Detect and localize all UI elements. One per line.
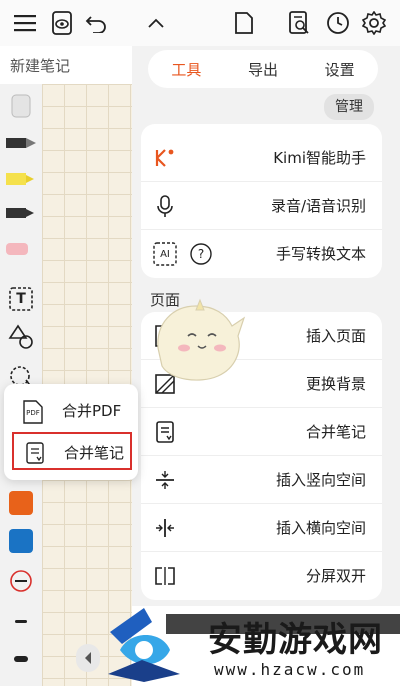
insert-vertical-space-row[interactable]: 插入竖向空间 [141, 456, 382, 504]
gear-icon[interactable] [360, 9, 388, 37]
insert-vertical-space-label: 插入竖向空间 [275, 471, 366, 489]
color-blue-swatch[interactable] [4, 524, 38, 558]
merge-notes-icon [153, 420, 177, 444]
clock-icon[interactable] [324, 9, 352, 37]
insert-horizontal-space-label: 插入横向空间 [275, 519, 366, 537]
eye-icon[interactable] [49, 9, 77, 37]
watermark-url: www.hzacw.com [214, 660, 366, 679]
merge-notes-popup-label: 合并笔记 [64, 444, 125, 462]
tab-settings[interactable]: 设置 [325, 59, 355, 80]
stroke-thin-icon[interactable] [4, 604, 38, 638]
stroke-decrease-icon[interactable] [4, 564, 38, 598]
stroke-thick-icon[interactable] [4, 642, 38, 676]
shapes-icon[interactable] [4, 320, 38, 354]
eraser-tool-icon[interactable] [4, 88, 38, 122]
text-tool-label: T [16, 291, 26, 307]
marker-pen-icon[interactable] [4, 196, 38, 230]
menu-icon[interactable] [11, 9, 39, 37]
note-title[interactable]: 新建笔记 [10, 55, 70, 76]
voice-recognition-label: 录音/语音识别 [270, 197, 366, 215]
merge-notes-item[interactable]: 合并笔记 [12, 432, 132, 470]
change-background-label: 更换背景 [305, 375, 366, 393]
merge-pdf-item[interactable]: PDF 合并PDF [12, 392, 132, 430]
merge-notes-label: 合并笔记 [305, 423, 366, 441]
insert-horizontal-space-row[interactable]: 插入横向空间 [141, 504, 382, 552]
site-watermark: 安勤游戏网 www.hzacw.com [96, 596, 400, 686]
handwriting-to-text-row[interactable]: AI ? 手写转换文本 [141, 230, 382, 278]
tab-tools[interactable]: 工具 [171, 59, 201, 80]
watermark-logo-icon [108, 608, 180, 682]
undo-icon[interactable] [82, 9, 110, 37]
kimi-assistant-label: Kimi智能助手 [273, 149, 366, 167]
ai-icon: AI [153, 242, 177, 266]
kimi-icon [153, 146, 177, 170]
split-screen-label: 分屏双开 [305, 567, 366, 585]
color-orange-swatch[interactable] [4, 486, 38, 520]
kimi-assistant-row[interactable]: Kimi智能助手 [141, 134, 382, 182]
merge-notes-row[interactable]: 合并笔记 [141, 408, 382, 456]
horizontal-space-icon [153, 516, 177, 540]
ai-tools-card: Kimi智能助手 录音/语音识别 AI ? 手写转换文本 [141, 124, 382, 278]
pdf-file-icon: PDF [22, 400, 44, 424]
microphone-icon [153, 194, 177, 218]
merge-notes-popup-icon [24, 442, 46, 464]
top-toolbar [0, 0, 400, 46]
search-doc-icon[interactable] [286, 9, 314, 37]
merge-pdf-label: 合并PDF [62, 402, 122, 420]
tab-export[interactable]: 导出 [248, 59, 278, 80]
fountain-pen-icon[interactable] [4, 126, 38, 160]
split-screen-row[interactable]: 分屏双开 [141, 552, 382, 600]
voice-recognition-row[interactable]: 录音/语音识别 [141, 182, 382, 230]
text-tool-icon[interactable]: T [4, 282, 38, 316]
watermark-text: 安勤游戏网 [208, 620, 383, 660]
highlighter-yellow-icon[interactable] [4, 162, 38, 196]
panel-tabs: 工具 导出 设置 [148, 50, 378, 88]
vertical-space-icon [153, 468, 177, 492]
eraser-pink-icon[interactable] [4, 232, 38, 266]
mascot-sticker [152, 296, 248, 388]
merge-popup-menu: PDF 合并PDF 合并笔记 [4, 384, 138, 480]
handwriting-to-text-label: 手写转换文本 [275, 245, 366, 263]
svg-text:?: ? [198, 247, 204, 261]
page-icon[interactable] [230, 9, 258, 37]
help-icon[interactable]: ? [189, 242, 213, 266]
split-screen-icon [153, 564, 177, 588]
insert-page-label: 插入页面 [305, 327, 366, 345]
manage-button[interactable]: 管理 [324, 94, 374, 120]
chevron-up-icon[interactable] [142, 9, 170, 37]
